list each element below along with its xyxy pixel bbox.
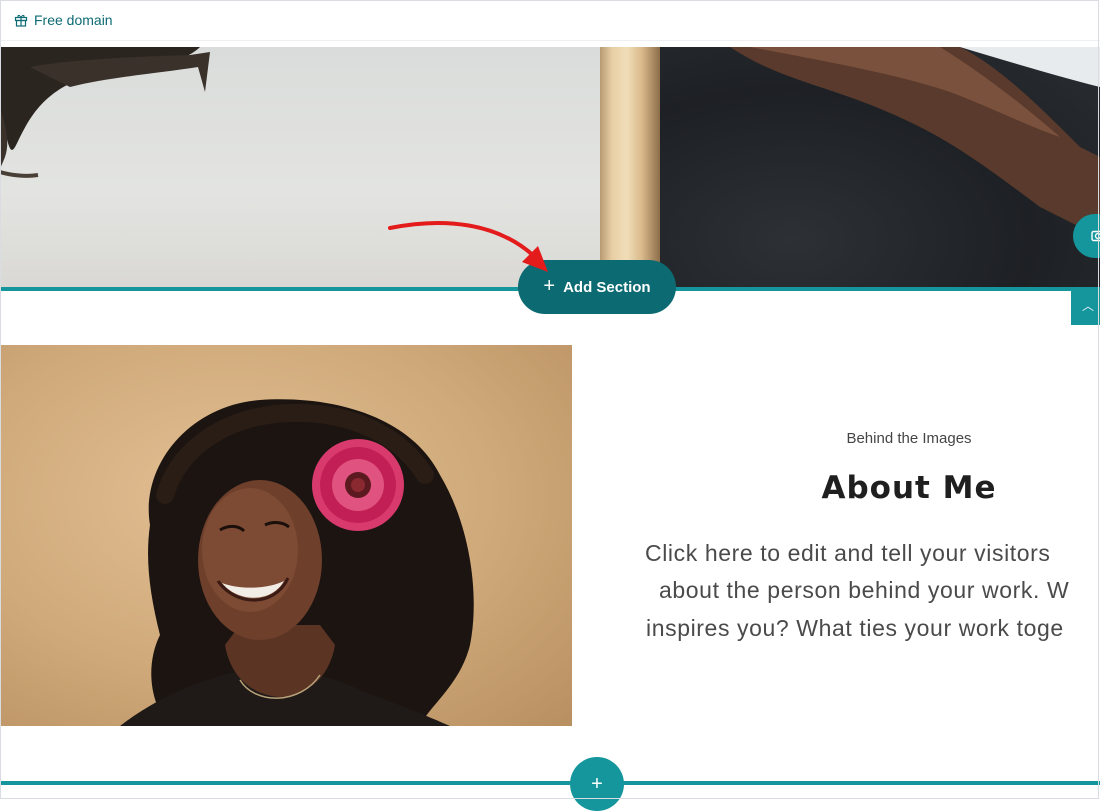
section-divider-bottom — [0, 781, 1100, 785]
top-bar: Free domain — [0, 0, 1100, 41]
collapse-section-button[interactable]: ︿ — [1071, 291, 1100, 325]
hero-image-arm — [660, 47, 1100, 288]
camera-icon — [1091, 228, 1100, 242]
about-body[interactable]: Click here to edit and tell your visitor… — [640, 536, 1099, 656]
hero-image-frame — [600, 47, 660, 288]
plus-icon: + — [591, 773, 603, 795]
about-title[interactable]: About Me — [720, 470, 1098, 506]
about-body-line: inspires you? What ties your work toge — [646, 615, 1064, 642]
chevron-up-icon: ︿ — [1082, 300, 1094, 312]
about-body-line: Click here to edit and tell your visitor… — [645, 540, 1051, 567]
free-domain-label: Free domain — [34, 12, 113, 28]
add-section-label: Add Section — [563, 279, 651, 296]
free-domain-link[interactable]: Free domain — [14, 12, 113, 28]
about-eyebrow[interactable]: Behind the Images — [720, 430, 1098, 447]
annotation-arrow — [380, 210, 560, 280]
hero-image-hair — [0, 47, 230, 197]
about-body-line: about the person behind your work. W — [659, 577, 1069, 604]
gift-icon — [14, 13, 28, 27]
add-section-button-bottom[interactable]: + — [570, 757, 624, 811]
portrait-illustration — [0, 345, 572, 726]
about-image — [0, 345, 572, 726]
